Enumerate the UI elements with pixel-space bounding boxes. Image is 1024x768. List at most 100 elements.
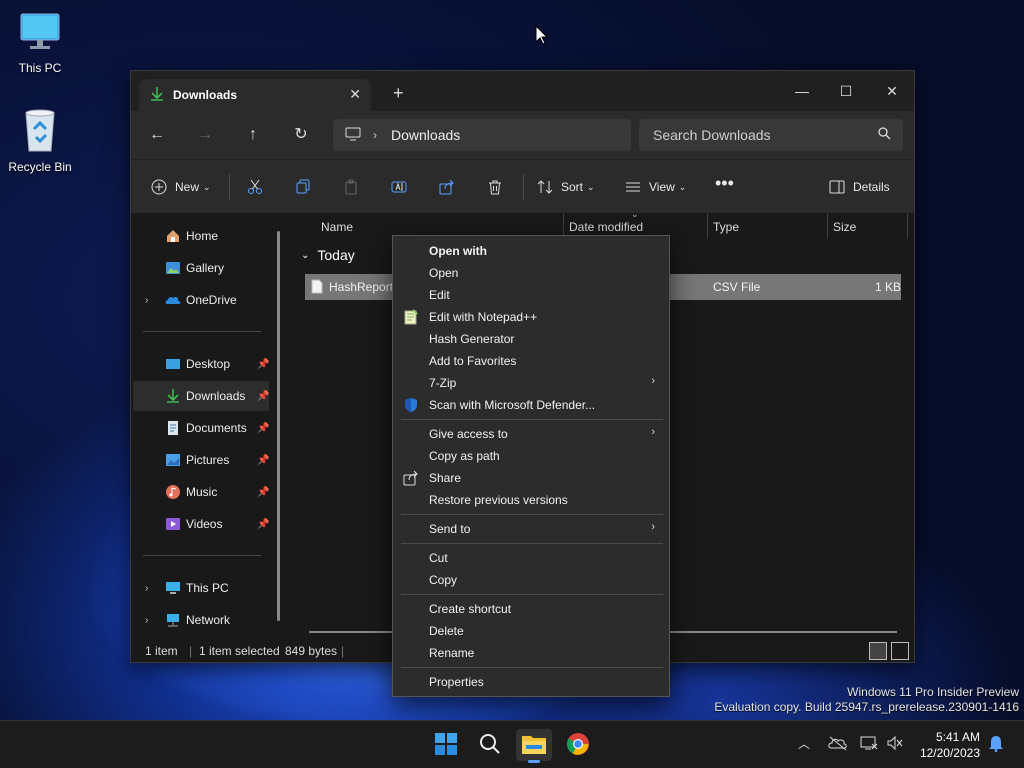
view-label: View xyxy=(649,180,675,194)
share-button[interactable] xyxy=(439,176,455,198)
maximize-button[interactable]: ☐ xyxy=(823,77,869,105)
taskbar-chrome[interactable] xyxy=(560,729,596,761)
desktop-icon-recycle-bin[interactable]: Recycle Bin xyxy=(0,105,80,174)
navigation-pane: Home Gallery › OneDrive Desktop 📌 Downlo… xyxy=(131,213,281,637)
rename-button[interactable] xyxy=(391,176,407,198)
group-header-today[interactable]: ⌄ Today xyxy=(301,247,355,263)
menu-item-copy[interactable]: Copy xyxy=(393,569,669,591)
view-button[interactable]: View ⌄ xyxy=(625,176,686,198)
chevron-up-icon[interactable]: ︿ xyxy=(798,735,810,752)
menu-item-hash-generator[interactable]: Hash Generator xyxy=(393,328,669,350)
pin-icon[interactable]: 📌 xyxy=(257,423,269,434)
tab-downloads[interactable]: Downloads ✕ xyxy=(139,79,371,111)
sidebar-item-pictures[interactable]: Pictures 📌 xyxy=(133,445,269,475)
column-header-name[interactable]: Name xyxy=(321,213,353,241)
sidebar-item-desktop[interactable]: Desktop 📌 xyxy=(133,349,269,379)
paste-button[interactable] xyxy=(343,176,359,198)
close-window-button[interactable]: ✕ xyxy=(869,77,915,105)
breadcrumb[interactable]: Downloads xyxy=(391,127,460,143)
volume-muted-icon[interactable] xyxy=(886,735,904,754)
menu-item-share[interactable]: Share xyxy=(393,467,669,489)
system-clock[interactable]: 5:41 AM 12/20/2023 xyxy=(920,729,980,761)
taskbar-file-explorer[interactable] xyxy=(516,729,552,763)
menu-item-scan-defender[interactable]: Scan with Microsoft Defender... xyxy=(393,394,669,416)
taskbar-search-button[interactable] xyxy=(472,729,508,761)
menu-item-open-with[interactable]: Open with xyxy=(393,240,669,262)
notification-bell-icon[interactable] xyxy=(988,734,1004,755)
sidebar-item-this-pc[interactable]: › This PC xyxy=(133,573,269,603)
menu-item-copy-as-path[interactable]: Copy as path xyxy=(393,445,669,467)
sort-button[interactable]: Sort ⌄ xyxy=(537,176,595,198)
address-bar[interactable]: › Downloads xyxy=(333,119,631,151)
menu-item-give-access[interactable]: Give access to › xyxy=(393,423,669,445)
onedrive-offline-icon[interactable] xyxy=(828,735,848,754)
column-header-size[interactable]: Size xyxy=(833,213,856,241)
plus-circle-icon xyxy=(151,179,167,195)
delete-button[interactable] xyxy=(487,176,503,198)
group-label: Today xyxy=(317,247,355,263)
sidebar-scrollbar[interactable] xyxy=(277,231,280,621)
menu-item-rename[interactable]: Rename xyxy=(393,642,669,664)
search-input[interactable]: Search Downloads xyxy=(639,119,903,151)
sidebar-item-music[interactable]: Music 📌 xyxy=(133,477,269,507)
menu-item-create-shortcut[interactable]: Create shortcut xyxy=(393,598,669,620)
gallery-icon xyxy=(165,260,181,276)
column-divider[interactable] xyxy=(907,213,908,239)
tiles-view-toggle[interactable] xyxy=(891,642,909,660)
monitor-icon xyxy=(0,10,80,57)
column-header-type[interactable]: Type xyxy=(713,213,739,241)
new-tab-button[interactable]: + xyxy=(393,83,404,104)
menu-item-properties[interactable]: Properties xyxy=(393,671,669,693)
menu-item-7zip[interactable]: 7-Zip › xyxy=(393,372,669,394)
menu-item-restore-previous-versions[interactable]: Restore previous versions xyxy=(393,489,669,511)
chevron-right-icon[interactable]: › xyxy=(145,583,148,594)
status-size: 849 bytes xyxy=(285,644,338,658)
start-button[interactable] xyxy=(428,729,464,761)
menu-item-edit-with-notepad[interactable]: Edit with Notepad++ xyxy=(393,306,669,328)
chevron-right-icon: › xyxy=(651,521,655,533)
share-icon xyxy=(439,179,455,195)
more-options-icon[interactable]: ••• xyxy=(715,172,734,194)
pin-icon[interactable]: 📌 xyxy=(257,487,269,498)
details-view-toggle[interactable] xyxy=(869,642,887,660)
up-button[interactable]: ↑ xyxy=(241,123,265,147)
sidebar-item-network[interactable]: › Network xyxy=(133,605,269,635)
column-divider[interactable] xyxy=(827,213,828,239)
download-arrow-icon xyxy=(149,86,165,105)
sidebar-item-downloads[interactable]: Downloads 📌 xyxy=(133,381,269,411)
sidebar-item-home[interactable]: Home xyxy=(133,221,269,251)
file-type: CSV File xyxy=(713,280,761,294)
clock-time: 5:41 AM xyxy=(935,730,980,744)
sidebar-item-videos[interactable]: Videos 📌 xyxy=(133,509,269,539)
column-divider[interactable] xyxy=(707,213,708,239)
pin-icon[interactable]: 📌 xyxy=(257,359,269,370)
pin-icon[interactable]: 📌 xyxy=(257,519,269,530)
back-button[interactable]: ← xyxy=(145,123,169,147)
copy-button[interactable] xyxy=(295,176,311,198)
sidebar-item-onedrive[interactable]: › OneDrive xyxy=(133,285,269,315)
close-tab-icon[interactable]: ✕ xyxy=(349,86,361,103)
menu-item-open[interactable]: Open xyxy=(393,262,669,284)
sidebar-item-gallery[interactable]: Gallery xyxy=(133,253,269,283)
details-button[interactable]: Details xyxy=(829,176,890,198)
refresh-button[interactable]: ↻ xyxy=(289,123,313,147)
network-status-icon[interactable] xyxy=(860,735,878,754)
menu-item-cut[interactable]: Cut xyxy=(393,547,669,569)
desktop-icon-this-pc[interactable]: This PC xyxy=(0,10,80,75)
chevron-right-icon[interactable]: › xyxy=(145,615,148,626)
cut-button[interactable] xyxy=(247,176,263,198)
menu-item-send-to[interactable]: Send to › xyxy=(393,518,669,540)
this-pc-icon xyxy=(165,580,181,596)
status-item-count: 1 item xyxy=(145,644,178,658)
forward-button[interactable]: → xyxy=(193,123,217,147)
divider xyxy=(143,331,261,332)
pin-icon[interactable]: 📌 xyxy=(257,391,269,402)
menu-item-edit[interactable]: Edit xyxy=(393,284,669,306)
menu-item-add-to-favorites[interactable]: Add to Favorites xyxy=(393,350,669,372)
new-button[interactable]: New ⌄ xyxy=(151,176,211,198)
sidebar-item-documents[interactable]: Documents 📌 xyxy=(133,413,269,443)
menu-item-delete[interactable]: Delete xyxy=(393,620,669,642)
minimize-button[interactable]: — xyxy=(779,77,825,105)
chevron-right-icon[interactable]: › xyxy=(145,295,148,306)
pin-icon[interactable]: 📌 xyxy=(257,455,269,466)
